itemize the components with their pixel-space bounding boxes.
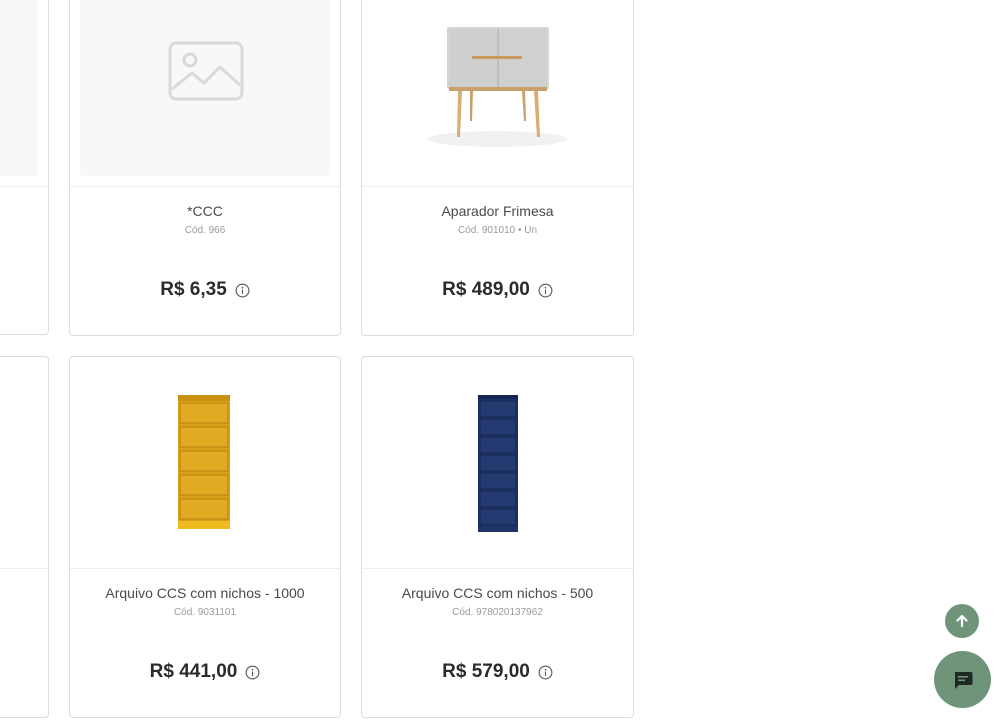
navy-filing-cabinet-image[interactable] <box>477 395 519 533</box>
side-table-product-image[interactable] <box>422 21 572 151</box>
product-image-area <box>70 0 340 187</box>
product-card[interactable]: *CCC Cód. 966 R$ 6,35 <box>69 0 341 336</box>
product-code: Cód. 978020137962 <box>452 607 543 618</box>
product-name[interactable]: Arquivo CCS com nichos - 500 <box>362 584 633 602</box>
product-name[interactable]: Arquivo CCS com nichos - 1000 <box>70 584 340 602</box>
product-image-area <box>0 0 48 187</box>
image-placeholder <box>80 0 330 176</box>
chat-button[interactable] <box>934 651 991 708</box>
product-price: R$ 6,35 <box>160 279 227 300</box>
info-icon[interactable] <box>235 283 250 298</box>
product-image-area <box>0 357 48 569</box>
product-name[interactable]: *CCC <box>70 202 340 220</box>
info-icon[interactable] <box>538 665 553 680</box>
yellow-filing-cabinet-image[interactable] <box>177 395 231 531</box>
info-icon[interactable] <box>538 283 553 298</box>
info-icon[interactable] <box>245 665 260 680</box>
product-price: R$ 489,00 <box>442 279 530 300</box>
product-image-area <box>362 357 633 569</box>
product-card[interactable]: Arquivo CCS com nichos - 500 Cód. 978020… <box>361 356 634 718</box>
product-price: R$ 579,00 <box>442 661 530 682</box>
product-card-partial[interactable] <box>0 0 49 335</box>
product-name[interactable]: Aparador Frimesa <box>362 202 633 220</box>
product-price: R$ 441,00 <box>149 661 238 682</box>
scroll-to-top-button[interactable] <box>945 604 979 638</box>
product-image-area <box>70 357 340 569</box>
product-image-area <box>362 0 633 187</box>
product-card[interactable]: Aparador Frimesa Cód. 901010 • Un R$ 489… <box>361 0 634 336</box>
image-placeholder-icon <box>168 41 244 101</box>
product-code: Cód. 901010 • Un <box>457 225 538 236</box>
product-grid: *CCC Cód. 966 R$ 6,35 Aparador Frimesa C… <box>0 0 996 722</box>
product-code: Cód. 966 <box>184 225 226 236</box>
product-code: Cód. 9031101 <box>173 607 237 618</box>
product-card-partial[interactable] <box>0 356 49 718</box>
chat-bubble-icon <box>954 671 972 689</box>
image-placeholder <box>0 0 38 176</box>
product-card[interactable]: Arquivo CCS com nichos - 1000 Cód. 90311… <box>69 356 341 718</box>
arrow-up-icon <box>956 614 968 628</box>
